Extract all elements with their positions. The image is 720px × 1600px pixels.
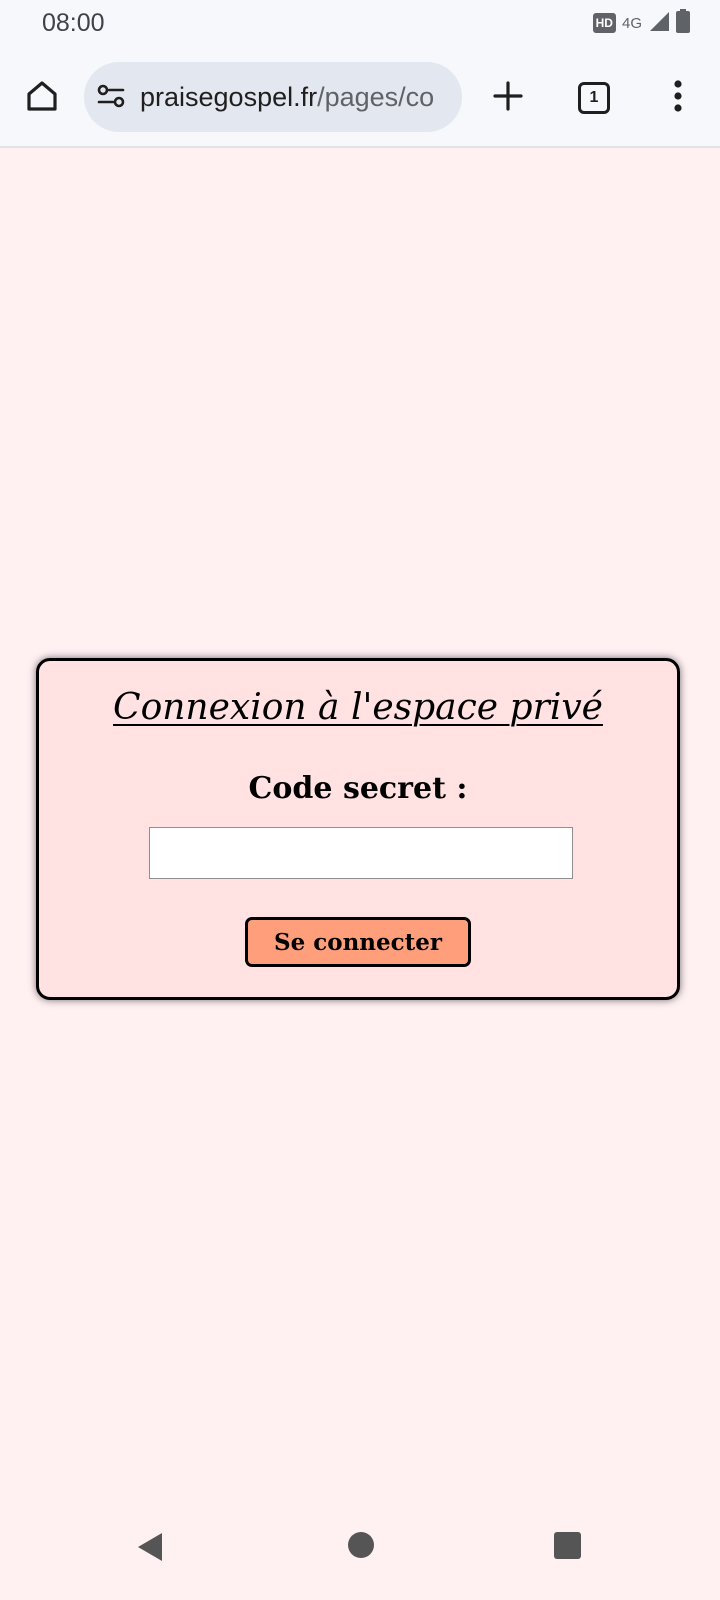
url-path: /pages/co xyxy=(317,82,435,112)
tab-count: 1 xyxy=(578,82,610,114)
system-nav-bar xyxy=(0,1506,720,1600)
url-bar[interactable]: praisegospel.fr/pages/co xyxy=(84,62,462,132)
login-card: Connexion à l'espace privé Code secret :… xyxy=(36,658,680,1000)
status-bar: 08:00 HD 4G xyxy=(0,0,720,50)
url-text[interactable]: praisegospel.fr/pages/co xyxy=(140,81,452,113)
signal-icon xyxy=(648,10,670,37)
code-secret-label: Code secret : xyxy=(248,771,468,806)
code-secret-input[interactable] xyxy=(149,827,573,879)
site-settings-icon[interactable] xyxy=(96,82,126,112)
circle-home-icon[interactable] xyxy=(348,1532,374,1558)
battery-icon xyxy=(676,8,690,38)
square-recents-icon[interactable] xyxy=(554,1532,581,1559)
status-icons: HD 4G xyxy=(592,8,690,38)
plus-icon xyxy=(493,80,523,116)
more-vert-icon xyxy=(673,79,683,117)
home-icon xyxy=(25,79,59,118)
browser-toolbar: praisegospel.fr/pages/co 1 xyxy=(0,50,720,148)
url-host: praisegospel.fr xyxy=(140,82,318,112)
triangle-back-icon[interactable] xyxy=(136,1532,164,1567)
home-button[interactable] xyxy=(20,76,64,120)
tab-switcher-button[interactable]: 1 xyxy=(572,76,616,120)
more-menu-button[interactable] xyxy=(656,76,700,120)
hd-badge: HD xyxy=(592,13,616,33)
network-type-label: 4G xyxy=(621,14,642,32)
connect-button[interactable]: Se connecter xyxy=(245,917,471,967)
new-tab-button[interactable] xyxy=(486,76,530,120)
status-time: 08:00 xyxy=(42,9,105,37)
login-title: Connexion à l'espace privé xyxy=(113,687,603,728)
